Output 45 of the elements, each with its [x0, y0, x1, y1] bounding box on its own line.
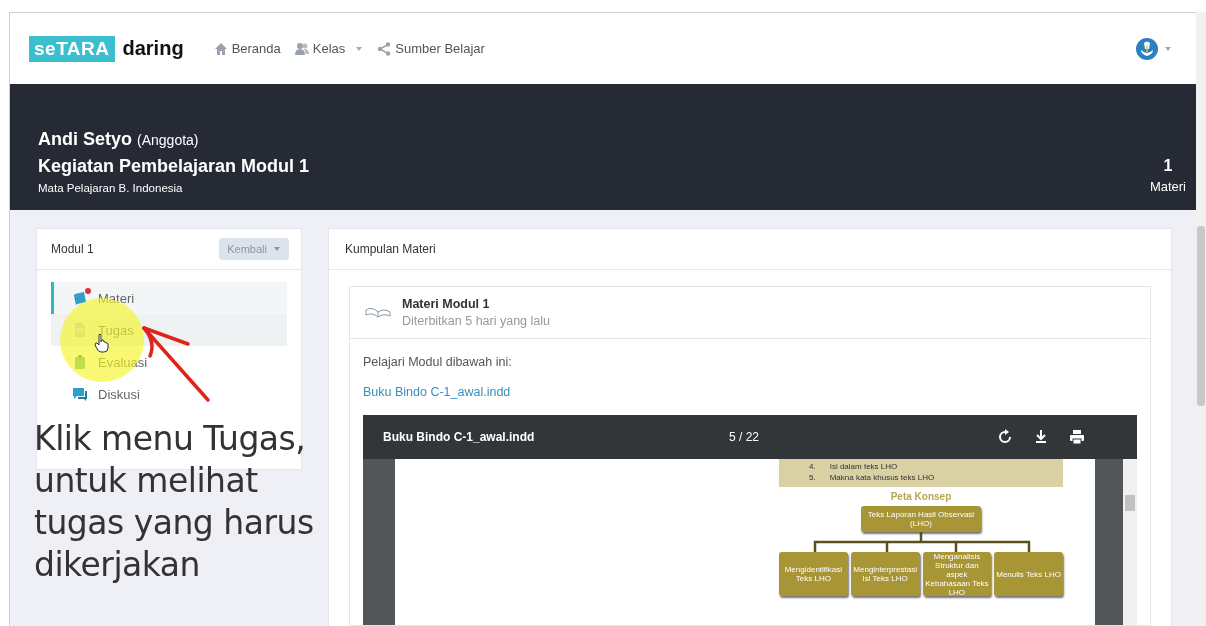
clipboard-icon — [72, 354, 88, 370]
sidebar-item[interactable]: Materi — [51, 282, 287, 314]
subject-label: Mata Pelajaran B. Indonesia — [38, 182, 184, 194]
caret-icon — [273, 246, 281, 252]
concept-map-title: Peta Konsep — [890, 491, 952, 502]
list-text: Makna kata khusus teks LHO — [829, 472, 935, 483]
concept-node: Teks Laporan Hasil Observasi (LHO) — [861, 506, 981, 532]
panel-title: Kumpulan Materi — [329, 229, 1171, 270]
page-scrollbar[interactable] — [1196, 12, 1206, 626]
logo-text[interactable]: daring — [122, 37, 184, 60]
print-icon — [1069, 429, 1085, 445]
nav-link[interactable]: Beranda — [213, 41, 281, 56]
viewer-scrollbar[interactable] — [1123, 459, 1137, 625]
materi-count: 1 — [1162, 157, 1174, 175]
tutorial-caption: Klik menu Tugas, untuk melihat tugas yang harus dikerjakan — [34, 418, 314, 586]
nav-link[interactable]: Sumber Belajar — [377, 41, 485, 56]
concept-node: Menulis Teks LHO — [994, 552, 1063, 596]
list-number: 5. — [809, 472, 816, 483]
avatar-menu[interactable] — [1136, 37, 1172, 60]
print-button[interactable] — [1067, 427, 1087, 447]
rotate-icon — [997, 429, 1013, 445]
list-text: Isi dalam teks LHO — [829, 461, 898, 472]
concept-node: Menginterprestasi Isi Teks LHO — [850, 552, 920, 596]
file-name: Buku Bindo C-1_awal.indd — [383, 430, 536, 444]
book-icon — [72, 290, 88, 306]
sidebar-title: Modul 1 — [51, 242, 94, 256]
concept-node: Menganalisis Struktur dan aspek Kebahasaan Teks LHO — [922, 552, 992, 596]
file-link[interactable]: Buku Bindo C-1_awal.indd — [363, 385, 511, 399]
card-title: Materi Modul 1 — [402, 297, 491, 311]
sidebar-item[interactable]: Diskusi — [51, 378, 287, 410]
users-icon — [294, 41, 309, 56]
download-icon — [1033, 429, 1049, 445]
share-icon — [377, 41, 392, 56]
concept-node: Mengidentifikasi Teks LHO — [779, 552, 848, 596]
chat-icon — [72, 386, 88, 402]
count-label: Materi — [1149, 179, 1186, 194]
list-number: 4. — [809, 461, 816, 472]
user-name: Andi Setyo (Anggota) — [38, 129, 200, 150]
nav-link[interactable]: Kelas — [294, 41, 364, 56]
page-title: Kegiatan Pembelajaran Modul 1 — [38, 156, 310, 177]
home-icon — [213, 41, 228, 56]
page-counter: 5 / 22 — [729, 430, 760, 444]
avatar-icon — [1136, 37, 1158, 60]
intro-text: Pelajari Modul dibawah ini: — [363, 355, 513, 369]
publish-date: Diterbitkan 5 hari yang lalu — [402, 314, 550, 328]
